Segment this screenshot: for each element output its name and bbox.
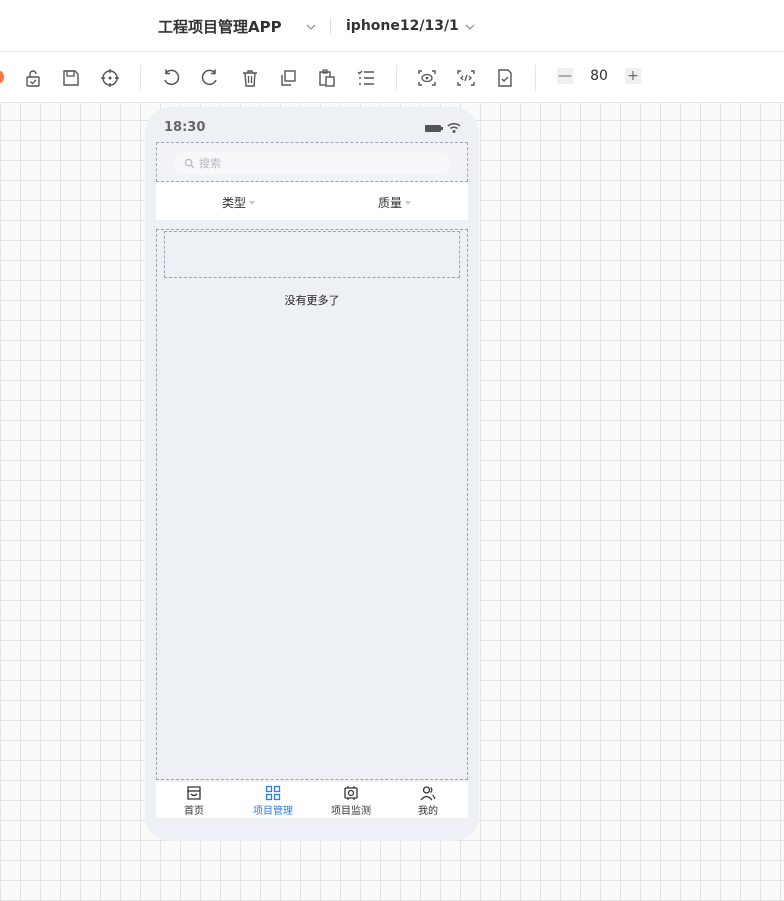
zoom-in-button[interactable]: + — [625, 68, 641, 84]
list-icon[interactable] — [355, 67, 377, 89]
preview-icon[interactable] — [416, 67, 438, 89]
list-item-placeholder[interactable] — [164, 231, 460, 278]
project-title: 工程项目管理APP — [158, 17, 282, 36]
zoom-out-button[interactable]: — — [557, 68, 573, 84]
editor-toolbar — [0, 52, 784, 103]
tab-bar: 首页 项目管理 项目监测 我的 — [156, 782, 468, 818]
search-bar: 搜索 — [156, 142, 468, 182]
filter-bar: 类型 质量 — [156, 182, 468, 220]
tab-mine[interactable]: 我的 — [418, 785, 438, 817]
device-selector[interactable]: iphone12/13/1 — [346, 16, 477, 36]
target-icon[interactable] — [99, 67, 121, 89]
battery-icon — [425, 125, 443, 132]
phone-preview: 18:30 搜索 类型 质量 没有更多了 首页 项目管理 项目监测 我的 — [145, 107, 479, 841]
chevron-down-icon[interactable] — [463, 19, 477, 33]
toolbar-divider — [140, 65, 141, 91]
monitor-icon — [344, 786, 358, 800]
filter-quality[interactable]: 质量 — [378, 194, 412, 211]
no-more-text: 没有更多了 — [284, 294, 340, 307]
caret-down-icon — [249, 200, 256, 205]
store-icon — [187, 786, 201, 800]
app-header: 工程项目管理APP iphone12/13/1 — [0, 0, 784, 52]
check-doc-icon[interactable] — [494, 67, 516, 89]
chevron-down-icon[interactable] — [304, 19, 318, 33]
save-icon[interactable] — [60, 67, 82, 89]
tab-project-management[interactable]: 项目管理 — [253, 785, 293, 817]
project-list[interactable]: 没有更多了 — [156, 229, 468, 780]
filter-label: 类型 — [222, 196, 247, 210]
filter-label: 质量 — [378, 196, 403, 210]
zoom-level: 80 — [590, 68, 608, 84]
tab-home[interactable]: 首页 — [184, 785, 204, 817]
tab-label: 项目管理 — [253, 806, 293, 817]
copy-icon[interactable] — [277, 67, 299, 89]
header-divider — [330, 18, 331, 34]
redo-icon[interactable] — [199, 67, 221, 89]
tab-label: 项目监测 — [331, 806, 371, 817]
status-time: 18:30 — [164, 120, 206, 135]
code-icon[interactable] — [455, 67, 477, 89]
wifi-icon — [447, 122, 461, 133]
filter-type[interactable]: 类型 — [222, 194, 256, 211]
project-selector[interactable]: 工程项目管理APP — [158, 16, 318, 36]
tab-project-monitoring[interactable]: 项目监测 — [331, 785, 371, 817]
grid-icon — [265, 785, 281, 801]
caret-down-icon — [405, 200, 412, 205]
search-input[interactable]: 搜索 — [173, 152, 451, 174]
delete-icon[interactable] — [239, 67, 261, 89]
toolbar-divider — [396, 65, 397, 91]
paste-icon[interactable] — [316, 67, 338, 89]
device-name: iphone12/13/1 — [346, 18, 459, 34]
undo-icon[interactable] — [160, 67, 182, 89]
tab-label: 首页 — [184, 806, 204, 817]
tab-label: 我的 — [418, 806, 438, 817]
users-icon — [420, 786, 436, 801]
search-placeholder: 搜索 — [199, 157, 221, 170]
toolbar-divider — [535, 65, 536, 91]
lock-icon[interactable] — [22, 67, 44, 89]
search-icon — [184, 158, 195, 169]
